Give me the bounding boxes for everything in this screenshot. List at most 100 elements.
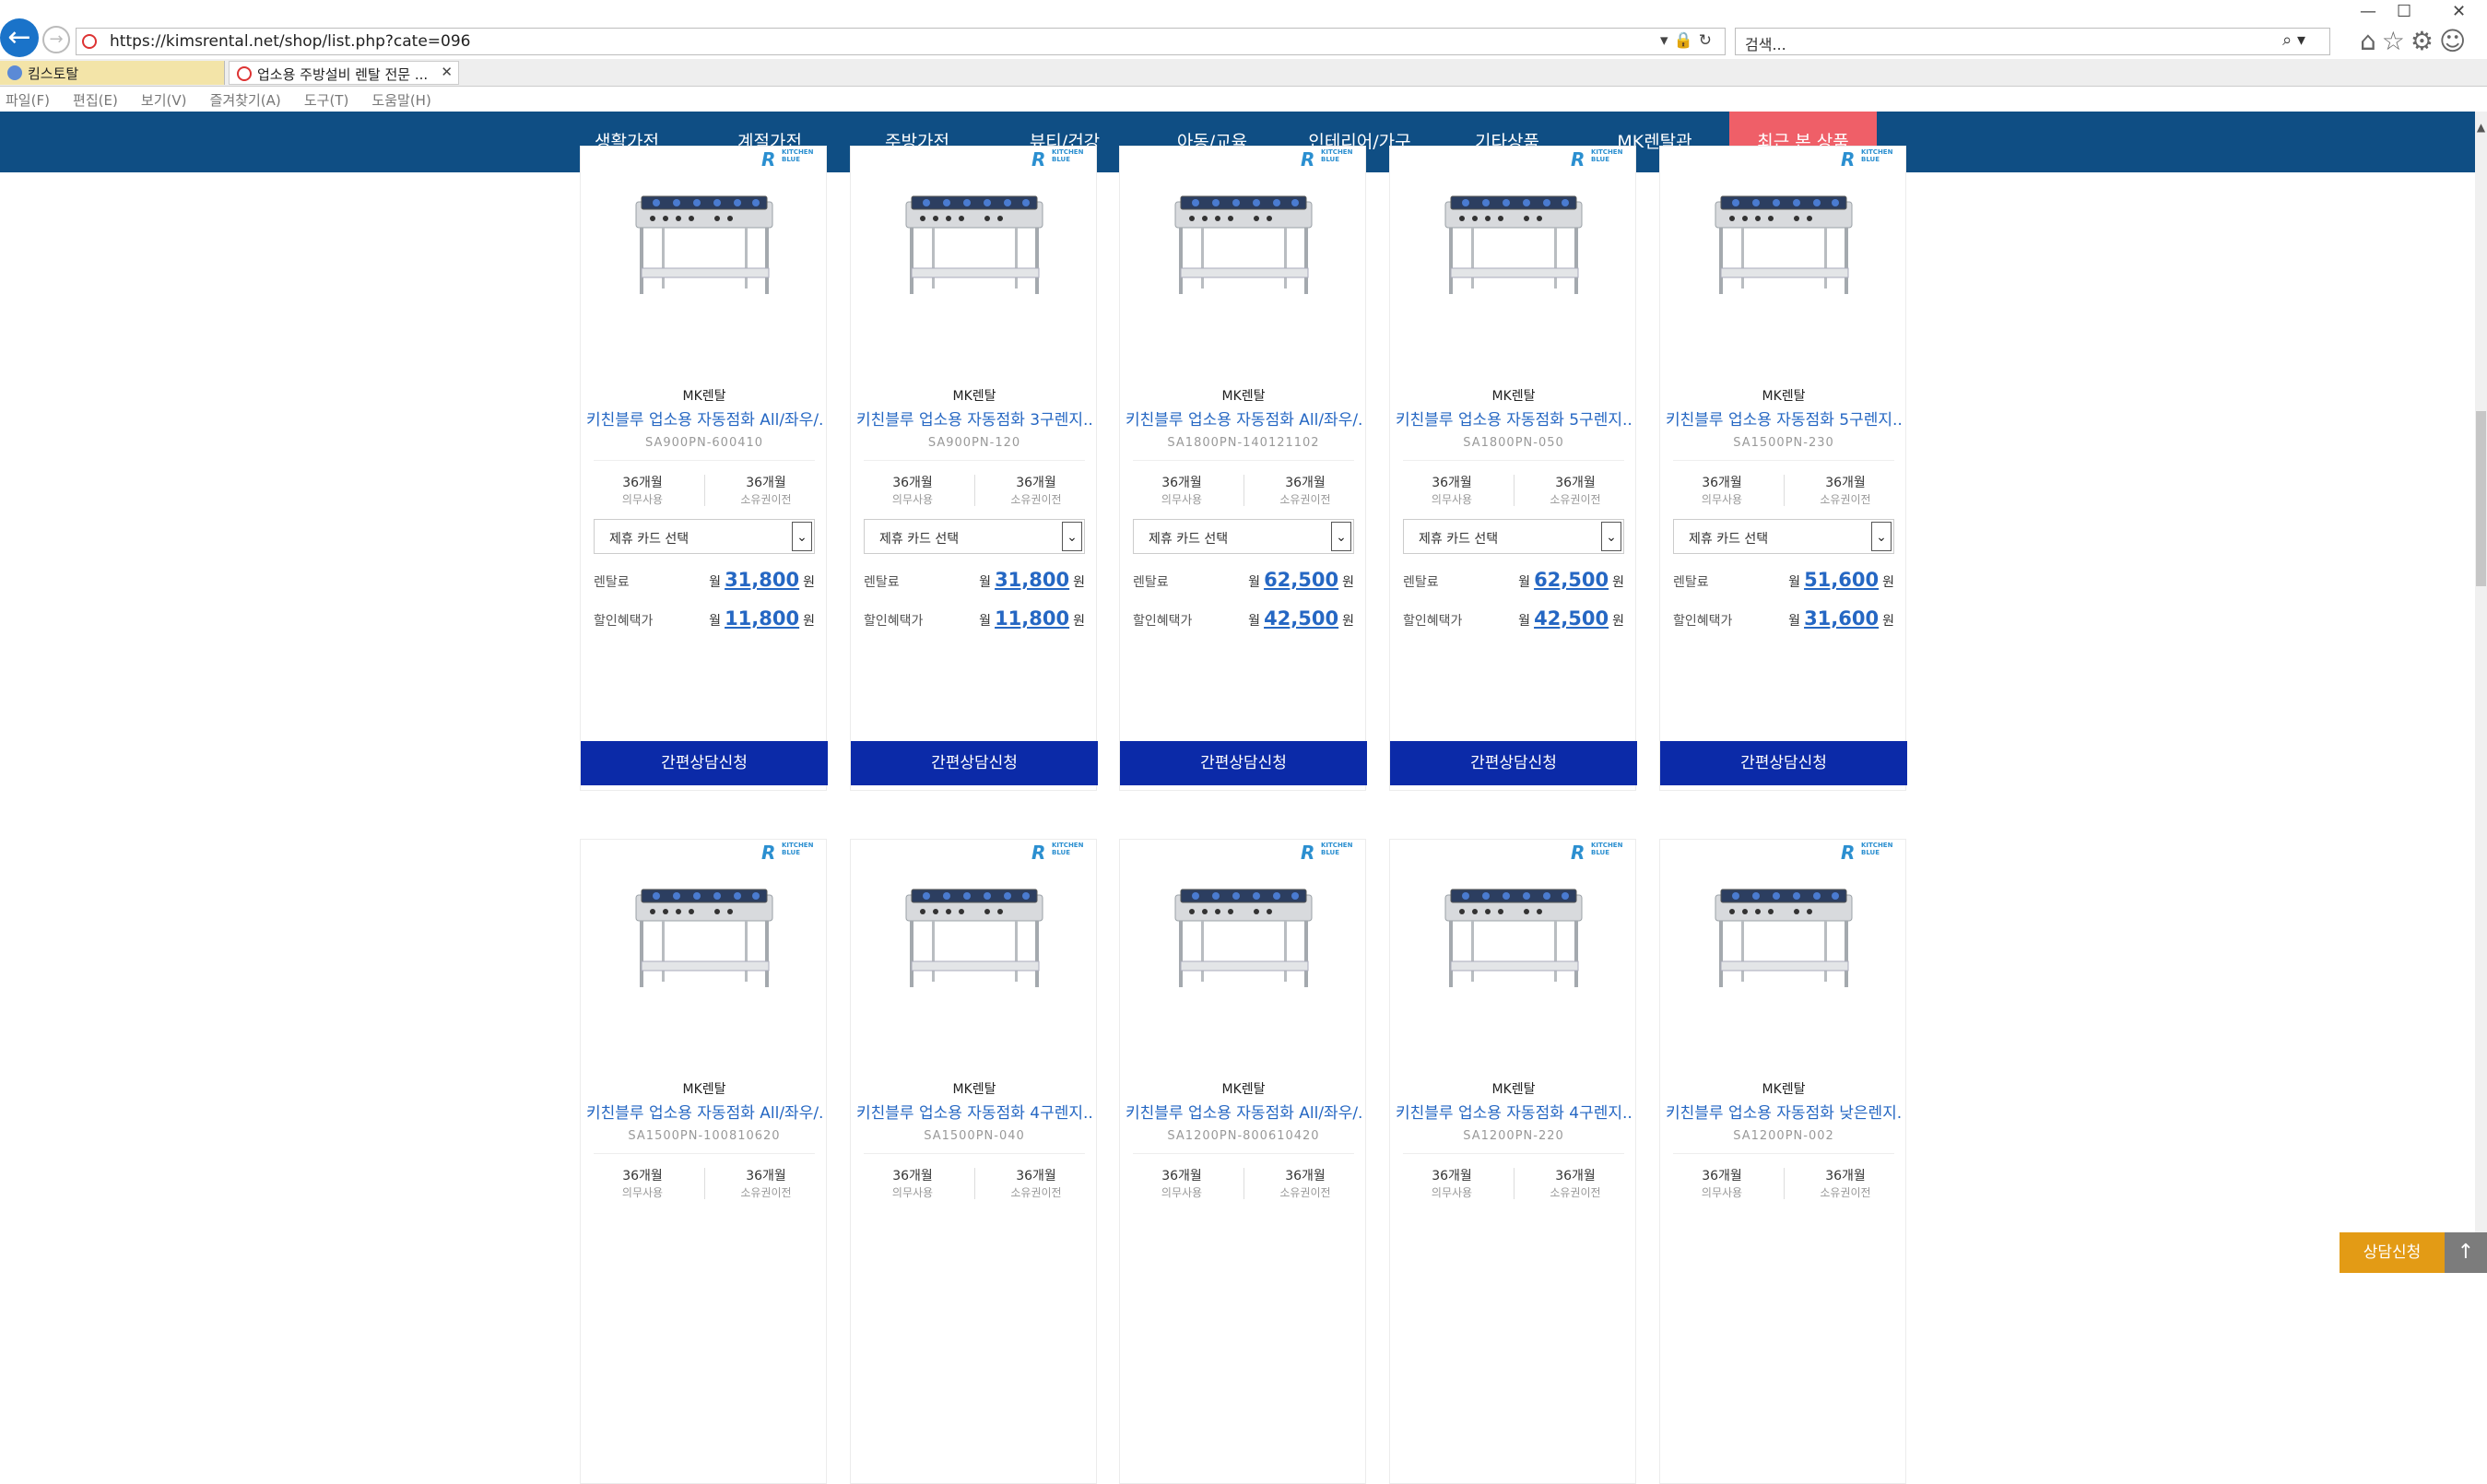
quick-consult-button[interactable]: 간편상담신청 [1660,741,1907,785]
product-card[interactable]: R KITCHEN BLUE MK렌탈 키친블루 업소용 자동점화 All/좌우/… [1119,146,1367,791]
quick-consult-button[interactable]: 간편상담신청 [581,741,828,785]
card-select-dropdown[interactable]: 제휴 카드 선택 ⌄ [1403,519,1624,554]
kitchen-blue-logo: R KITCHEN BLUE [1841,842,1893,864]
site-favicon-icon [7,65,22,80]
divider [864,460,1085,461]
scroll-up-icon[interactable]: ▲ [2475,121,2487,134]
forward-button[interactable]: → [42,26,70,53]
product-name-link[interactable]: 키친블루 업소용 자동점화 4구렌지... [1396,1100,1632,1123]
product-card[interactable]: R KITCHEN BLUE MK렌탈 키친블루 업소용 자동점화 All/좌우/… [1119,839,1366,1484]
menu-favorites[interactable]: 즐겨찾기(A) [210,92,281,109]
back-button[interactable]: ← [0,18,39,57]
product-code: SA1800PN-140121102 [1167,436,1320,450]
product-name-link[interactable]: 키친블루 업소용 자동점화 All/좌우/... [1126,406,1361,430]
tab-kimstotal[interactable]: 킴스토탈 [0,61,225,85]
product-brand: MK렌탈 [952,1082,996,1097]
product-image[interactable] [1438,877,1589,1006]
term-ownership: 36개월 소유권이전 [1279,1169,1331,1199]
product-name-link[interactable]: 키친블루 업소용 자동점화 4구렌지... [856,1100,1092,1123]
term-mandatory: 36개월 의무사용 [1701,1169,1743,1199]
product-name-link[interactable]: 키친블루 업소용 자동점화 All/좌우/... [586,406,822,430]
term-ownership: 36개월 소유권이전 [1550,1169,1601,1199]
product-image[interactable] [1708,877,1859,1006]
tab-strip: 킴스토탈 업소용 주방설비 렌탈 전문 ... ✕ [0,59,2487,142]
quick-consult-button[interactable]: 간편상담신청 [1390,741,1637,785]
address-bar[interactable]: https://kimsrental.net/shop/list.php?cat… [76,28,1726,55]
menu-help[interactable]: 도움말(H) [371,92,430,109]
card-select-dropdown[interactable]: 제휴 카드 선택 ⌄ [864,519,1085,554]
tab-label: 업소용 주방설비 렌탈 전문 ... [257,66,429,83]
menu-view[interactable]: 보기(V) [141,92,187,109]
product-image[interactable] [629,183,780,312]
product-card[interactable]: R KITCHEN BLUE MK렌탈 키친블루 업소용 자동점화 4구렌지...… [850,839,1097,1484]
menu-edit[interactable]: 편집(E) [73,92,118,109]
smiley-icon[interactable]: ☺ [2439,26,2471,56]
scrollbar-thumb[interactable] [2476,411,2486,586]
minimize-icon[interactable]: — [2360,2,2376,21]
kitchen-blue-logo: R KITCHEN BLUE [761,842,814,864]
product-card[interactable]: R KITCHEN BLUE MK렌탈 키친블루 업소용 자동점화 All/좌우/… [580,839,827,1484]
floating-consult-button[interactable]: 상담신청 [2340,1232,2445,1273]
product-name-link[interactable]: 키친블루 업소용 자동점화 All/좌우/... [1126,1100,1361,1123]
product-brand: MK렌탈 [952,389,996,404]
discount-price: 11,800 [725,607,800,630]
product-name-link[interactable]: 키친블루 업소용 자동점화 5구렌지... [1396,406,1632,430]
product-name-link[interactable]: 키친블루 업소용 자동점화 All/좌우/... [586,1100,822,1123]
browser-search-box[interactable]: 검색... ⌕ ▾ [1735,28,2330,55]
menu-tools[interactable]: 도구(T) [304,92,348,109]
menu-file[interactable]: 파일(F) [6,92,50,109]
product-card[interactable]: R KITCHEN BLUE MK렌탈 키친블루 업소용 자동점화 4구렌지...… [1389,839,1636,1484]
product-image[interactable] [899,183,1050,312]
product-code: SA1200PN-800610420 [1167,1129,1320,1143]
maximize-icon[interactable]: ☐ [2397,2,2411,21]
close-window-icon[interactable]: ✕ [2452,2,2466,21]
discount-price-row: 할인혜택가 월 42,500 원 [1403,607,1624,630]
chevron-down-icon: ⌄ [1062,522,1082,551]
divider [1133,1153,1354,1154]
favorites-star-icon[interactable]: ☆ [2382,26,2410,56]
product-image[interactable] [899,877,1050,1006]
rental-price-row: 렌탈료 월 31,800 원 [594,569,815,591]
term-ownership: 36개월 소유권이전 [1010,1169,1062,1199]
discount-price-row: 할인혜택가 월 11,800 원 [864,607,1085,630]
product-image[interactable] [629,877,780,1006]
product-image[interactable] [1708,183,1859,312]
home-icon[interactable]: ⌂ [2360,26,2382,56]
scroll-to-top-button[interactable]: ↑ [2445,1232,2487,1273]
rental-price-row: 렌탈료 월 62,500 원 [1403,569,1624,591]
close-tab-icon[interactable]: ✕ [441,64,453,80]
product-card[interactable]: R KITCHEN BLUE MK렌탈 키친블루 업소용 자동점화 낮은렌지...… [1659,839,1906,1484]
product-image[interactable] [1438,183,1589,312]
term-ownership: 36개월 소유권이전 [1279,476,1331,506]
product-image[interactable] [1168,183,1319,312]
card-select-dropdown[interactable]: 제휴 카드 선택 ⌄ [1673,519,1894,554]
product-code: SA900PN-600410 [644,436,764,450]
quick-consult-button[interactable]: 간편상담신청 [1120,741,1367,785]
product-card[interactable]: R KITCHEN BLUE MK렌탈 키친블루 업소용 자동점화 5구렌지...… [1659,146,1907,791]
kitchen-blue-logo: R KITCHEN BLUE [1841,148,1893,171]
search-icon[interactable]: ⌕ ▾ [2282,30,2305,50]
product-image[interactable] [1168,877,1319,1006]
address-url[interactable]: https://kimsrental.net/shop/list.php?cat… [110,32,471,51]
card-select-dropdown[interactable]: 제휴 카드 선택 ⌄ [1133,519,1354,554]
product-card[interactable]: R KITCHEN BLUE MK렌탈 키친블루 업소용 자동점화 5구렌지...… [1389,146,1637,791]
address-tools[interactable]: ▾🔒↻ [1660,31,1717,50]
product-card[interactable]: R KITCHEN BLUE MK렌탈 키친블루 업소용 자동점화 3구렌지...… [850,146,1098,791]
quick-consult-button[interactable]: 간편상담신청 [851,741,1098,785]
gear-icon[interactable]: ⚙ [2410,26,2439,56]
product-code: SA1200PN-002 [1733,1129,1834,1143]
product-name-link[interactable]: 키친블루 업소용 자동점화 3구렌지... [856,406,1092,430]
browser-chrome: ← → https://kimsrental.net/shop/list.php… [0,0,2487,142]
tab-active[interactable]: 업소용 주방설비 렌탈 전문 ... ✕ [229,61,459,85]
search-placeholder: 검색... [1745,36,1786,53]
divider [1673,1153,1894,1154]
product-name-link[interactable]: 키친블루 업소용 자동점화 5구렌지... [1666,406,1902,430]
discount-price-row: 할인혜택가 월 42,500 원 [1133,607,1354,630]
kitchen-blue-logo: R KITCHEN BLUE [1571,842,1623,864]
card-select-dropdown[interactable]: 제휴 카드 선택 ⌄ [594,519,815,554]
product-name-link[interactable]: 키친블루 업소용 자동점화 낮은렌지... [1666,1100,1902,1123]
product-card[interactable]: R KITCHEN BLUE MK렌탈 키친블루 업소용 자동점화 All/좌우/… [580,146,828,791]
vertical-scrollbar[interactable]: ▲ [2475,112,2487,1273]
term-mandatory: 36개월 의무사용 [621,476,664,506]
divider [594,460,815,461]
